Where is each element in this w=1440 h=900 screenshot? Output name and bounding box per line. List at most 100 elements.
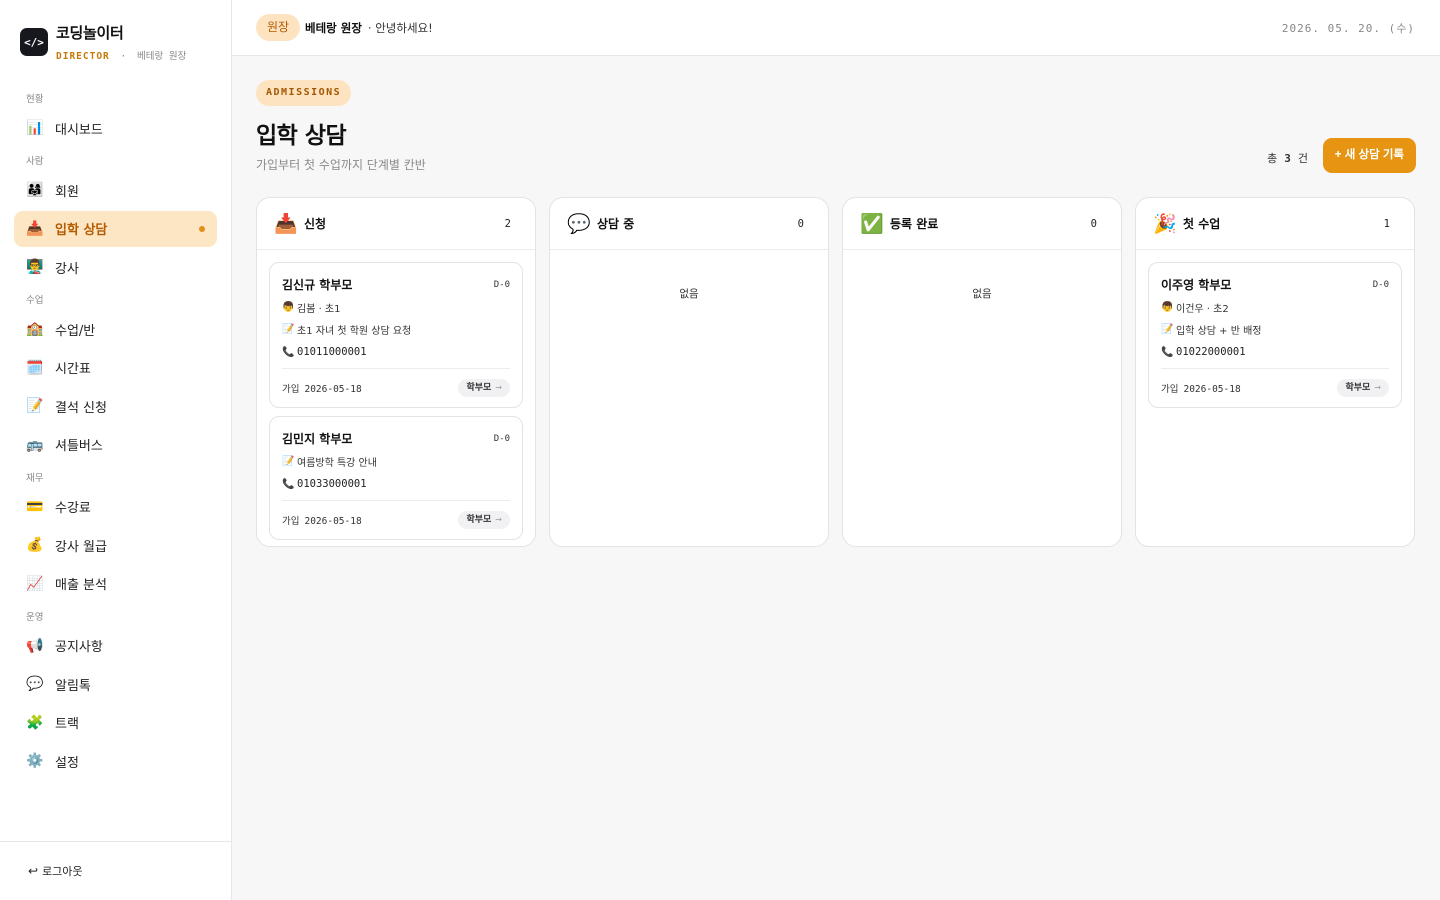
sidebar-item[interactable]: 📥 입학 상담: [14, 210, 217, 247]
brand-user: 베테랑 원장: [136, 51, 187, 62]
logout-button[interactable]: ↩ 로그아웃: [28, 863, 83, 879]
nav-section-title: 재무: [26, 472, 44, 484]
card-parent-name: 이주영 학부모: [1161, 278, 1232, 292]
sidebar-item-label: 설정: [55, 755, 79, 771]
nav-section-title: 운영: [26, 611, 44, 623]
card-memo: 📝 여름방학 특강 안내: [282, 454, 510, 469]
parent-chip-button[interactable]: 학부모 →: [1337, 379, 1389, 397]
brand-role: DIRECTOR: [56, 51, 110, 62]
brand[interactable]: </> 코딩놀이터 DIRECTOR · 베테랑 원장: [20, 22, 186, 62]
role-badge: 원장: [256, 14, 301, 41]
card-dday: D-0: [1372, 279, 1389, 290]
greeting: 베테랑 원장 · 안녕하세요!: [305, 20, 433, 36]
gear-icon: ⚙️: [26, 753, 44, 769]
card-dday: D-0: [493, 279, 510, 290]
card-child-text: 김봄 · 초1: [297, 304, 341, 315]
sidebar-item[interactable]: 💰 강사 월급: [14, 527, 217, 563]
card-header: 김민지 학부모 D-0: [282, 430, 510, 447]
joined-date: 2026-05-18: [1183, 384, 1241, 395]
sidebar-item[interactable]: 💬 알림톡: [14, 666, 217, 702]
card-phone-text: 01033000001: [297, 478, 367, 490]
greeting-text: · 안녕하세요!: [367, 21, 433, 35]
card-memo: 📝 초1 자녀 첫 학원 상담 요청: [282, 322, 510, 337]
joined-label: 가입: [1161, 384, 1179, 395]
sidebar-item[interactable]: 👨‍👩‍👧 회원: [14, 172, 217, 208]
card-list: 이주영 학부모 D-0 👦 이건우 · 초2 📝 입학 상담 + 반 배정 📞 0102200…: [1136, 250, 1414, 408]
teacher-icon: 👨‍🏫: [26, 259, 44, 275]
sidebar-item[interactable]: ⚙️ 설정: [14, 743, 217, 779]
card-memo-text: 입학 상담 + 반 배정: [1176, 326, 1262, 337]
puzzle-icon: 🧩: [26, 714, 44, 731]
nav-section-title: 사람: [26, 156, 44, 167]
column-title: 첫 수업: [1183, 217, 1221, 231]
greeting-user: 베테랑 원장: [305, 21, 362, 35]
logout-label: 로그아웃: [42, 865, 83, 878]
card-child: 👦 김봄 · 초1: [282, 300, 510, 315]
card-phone: 📞 01033000001: [282, 478, 510, 490]
child-icon: 👦: [1161, 302, 1174, 313]
card-footer: 가입 2026-05-18 학부모 →: [282, 500, 510, 539]
parent-chip-button[interactable]: 학부모 →: [458, 379, 510, 397]
card-child-text: 이건우 · 초2: [1176, 304, 1229, 315]
memo-icon: 📝: [282, 324, 295, 335]
parent-chip-label: 학부모: [466, 383, 492, 393]
sidebar-item[interactable]: 🚌 셔틀버스: [14, 427, 217, 463]
sidebar-item[interactable]: 📝 결석 신청: [14, 388, 217, 424]
column-title: 등록 완료: [890, 217, 939, 231]
active-indicator-dot: [199, 225, 205, 232]
card-list: 김신규 학부모 D-0 👦 김봄 · 초1 📝 초1 자녀 첫 학원 상담 요청 📞 0101…: [257, 250, 535, 540]
card-parent-name: 김민지 학부모: [282, 432, 353, 446]
sidebar-item[interactable]: 📢 공지사항: [14, 628, 217, 664]
consultation-card[interactable]: 이주영 학부모 D-0 👦 이건우 · 초2 📝 입학 상담 + 반 배정 📞 0102200…: [1148, 262, 1402, 408]
money-bag-icon: 💰: [26, 537, 44, 553]
inbox-tray-icon: 📥: [26, 220, 44, 237]
parent-chip-label: 학부모: [466, 515, 492, 525]
sidebar-item[interactable]: 🗓️ 시간표: [14, 350, 217, 386]
kanban-column: 🎉 첫 수업 1 이주영 학부모 D-0 👦 이건우 · 초2 📝 입학 상담 + 반 배정 📞 0…: [1135, 197, 1415, 547]
total-suffix: 건: [1297, 152, 1308, 165]
arrow-right-icon: →: [495, 383, 502, 392]
phone-icon: 📞: [282, 478, 295, 490]
kanban-board: 📥 신청 2 김신규 학부모 D-0 👦 김봄 · 초1 📝 초1 자녀 첫 학원 상담 요청 📞…: [256, 197, 1416, 547]
parent-chip-label: 학부모: [1345, 383, 1371, 393]
consultation-card[interactable]: 김신규 학부모 D-0 👦 김봄 · 초1 📝 초1 자녀 첫 학원 상담 요청 📞 0101…: [269, 262, 523, 408]
top-bar: 원장 베테랑 원장 · 안녕하세요! 2026. 05. 20. (수): [232, 0, 1440, 56]
sidebar-item-label: 대시보드: [55, 122, 103, 138]
sidebar-item[interactable]: 🧩 트랙: [14, 705, 217, 741]
sidebar-item[interactable]: 👨‍🏫 강사: [14, 249, 217, 285]
sidebar-item-label: 강사 월급: [55, 539, 107, 555]
sidebar-item[interactable]: 📊 대시보드: [14, 110, 217, 146]
sidebar-item[interactable]: 🏫 수업/반: [14, 311, 217, 347]
sidebar-item[interactable]: 📈 매출 분석: [14, 566, 217, 602]
joined-date: 2026-05-18: [304, 384, 362, 395]
sidebar: </> 코딩놀이터 DIRECTOR · 베테랑 원장 현황 📊 대시보드 사람 👨‍👩…: [0, 0, 232, 900]
column-count: 0: [1090, 217, 1097, 230]
brand-name: 코딩놀이터: [56, 24, 124, 42]
sidebar-item[interactable]: 💳 수강료: [14, 489, 217, 525]
joined-label: 가입: [282, 384, 300, 395]
kanban-column: 💬 상담 중 0 없음: [549, 197, 829, 547]
page-title: 입학 상담: [256, 123, 347, 149]
page-subtitle: 가입부터 첫 수업까지 단계별 칸반: [256, 158, 426, 172]
sidebar-item-label: 트랙: [55, 717, 79, 732]
new-consultation-button[interactable]: + 새 상담 기록: [1322, 138, 1416, 173]
sidebar-footer: ↩ 로그아웃: [0, 841, 231, 900]
sidebar-item-label: 공지사항: [55, 640, 103, 655]
brand-subtitle: DIRECTOR · 베테랑 원장: [56, 48, 186, 62]
consultation-card[interactable]: 김민지 학부모 D-0 📝 여름방학 특강 안내 📞 01033000001 가입 2026-…: [269, 416, 523, 540]
joined-label: 가입: [282, 516, 300, 527]
sidebar-item-label: 알림톡: [55, 678, 91, 694]
arrow-right-icon: →: [1374, 383, 1381, 392]
sidebar-item-label: 강사: [55, 261, 79, 277]
column-header: 🎉 첫 수업 1: [1136, 198, 1414, 250]
trend-up-icon: 📈: [26, 575, 44, 592]
column-title: 신청: [304, 217, 327, 231]
joined-date: 2026-05-18: [304, 516, 362, 527]
card-header: 김신규 학부모 D-0: [282, 276, 510, 293]
card-header: 이주영 학부모 D-0: [1161, 276, 1389, 293]
child-icon: 👦: [282, 302, 295, 313]
parent-chip-button[interactable]: 학부모 →: [458, 511, 510, 529]
card-memo-text: 여름방학 특강 안내: [297, 458, 377, 469]
card-phone-text: 01022000001: [1176, 346, 1246, 358]
main-content: ADMISSIONS 입학 상담 가입부터 첫 수업까지 단계별 칸반 총 3 …: [232, 56, 1440, 900]
